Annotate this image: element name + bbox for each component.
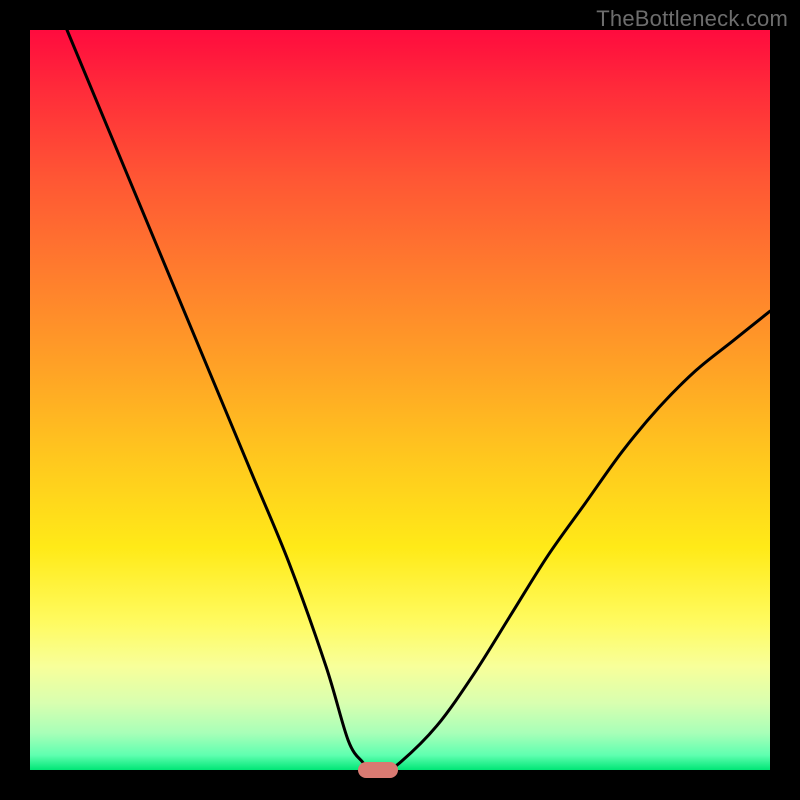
chart-frame: TheBottleneck.com [0,0,800,800]
bottleneck-curve [30,30,770,770]
optimal-marker [358,762,398,778]
plot-area [30,30,770,770]
watermark-text: TheBottleneck.com [596,6,788,32]
